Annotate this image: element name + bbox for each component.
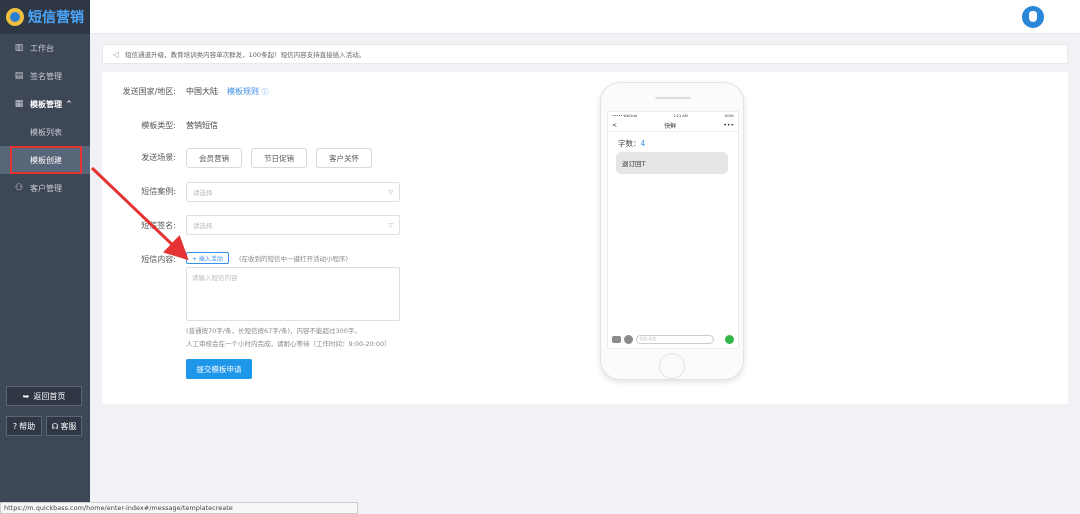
bar-chart-icon: ▥ (14, 43, 24, 53)
logo-icon (6, 8, 24, 26)
camera-icon (612, 335, 621, 343)
info-icon: ⓘ (261, 88, 269, 96)
insert-activity-button[interactable]: + 插入活动 (186, 252, 229, 264)
country-value: 中国大陆 (186, 87, 218, 96)
chevron-up-icon: ^ (66, 100, 72, 108)
case-label: 短信案例: (141, 187, 176, 196)
template-icon: ▦ (14, 99, 24, 109)
chat-header: < 快鲜 ••• (608, 120, 738, 132)
users-icon: ⚇ (14, 183, 24, 193)
template-rules-link[interactable]: 模板规则 ⓘ (227, 86, 269, 97)
word-count-value: 4 (640, 139, 646, 148)
speaker-icon: ◁ (113, 49, 120, 59)
case-select[interactable]: 请选择 ▽ (186, 182, 400, 202)
app-store-icon (624, 334, 633, 344)
signature-icon: ▤ (14, 71, 24, 81)
phone-preview: ••••• WeChat 1:21 AM 100% < 快鲜 ••• 字数：4 … (600, 82, 744, 380)
textarea-placeholder: 请输入短信内容 (192, 274, 238, 282)
sidebar-bottom: ➥ 返回首页 ? 帮助 ☊ 客服 (6, 386, 84, 436)
more-icon: ••• (723, 122, 734, 129)
help-button[interactable]: ? 帮助 (6, 416, 42, 436)
notice-bar: ◁ 短信通道升级，教育培训类内容单次群发，100条起！短信内容支持直接插入活动。 (102, 44, 1068, 64)
phone-home-button (659, 353, 685, 379)
top-bar (90, 0, 1080, 34)
button-label: 客服 (60, 421, 77, 431)
message-bubble: 退订回T (616, 152, 728, 174)
rule-hint-2: 人工审核会在一个小时内完成，请耐心等待（工作时间：9:00-20:00） (186, 340, 391, 348)
scene-holiday-button[interactable]: 节日促销 (251, 148, 307, 168)
link-label: 模板规则 (227, 87, 259, 96)
phone-input-bar: 短信/彩信 (608, 332, 738, 346)
chevron-down-icon: ▽ (388, 221, 393, 229)
sidebar-item-customer[interactable]: ⚇ 客户管理 (0, 174, 90, 202)
battery: 100% (723, 114, 734, 118)
sidebar-item-label: 客户管理 (30, 183, 62, 193)
content-textarea[interactable]: 请输入短信内容 (186, 267, 400, 321)
sidebar-item-signature[interactable]: ▤ 签名管理 (0, 62, 90, 90)
phone-speaker (655, 97, 691, 99)
word-count: 字数：4 (618, 138, 645, 149)
brand-name: 短信营销 (28, 10, 84, 26)
insert-hint: (在收到的短信中一键打开活动小程序) (239, 255, 349, 263)
button-label: 返回首页 (33, 391, 66, 401)
sidebar-item-template[interactable]: ▦ 模板管理 ^ (0, 90, 90, 118)
service-button[interactable]: ☊ 客服 (46, 416, 82, 436)
select-placeholder: 请选择 (193, 222, 213, 230)
sidebar-item-label: 模板列表 (30, 127, 62, 137)
question-icon: ? (12, 421, 18, 431)
country-label: 发送国家/地区: (122, 87, 176, 96)
chevron-down-icon: ▽ (388, 188, 393, 196)
submit-template-button[interactable]: 提交模板申请 (186, 359, 252, 379)
scene-label: 发送场景: (141, 153, 176, 162)
sidebar-item-label: 工作台 (30, 43, 54, 53)
sidebar-item-label: 签名管理 (30, 71, 62, 81)
back-home-button[interactable]: ➥ 返回首页 (6, 386, 82, 406)
type-label: 模板类型: (141, 121, 176, 130)
scene-member-button[interactable]: 会员营销 (186, 148, 242, 168)
sidebar-item-workbench[interactable]: ▥ 工作台 (0, 34, 90, 62)
sign-label: 短信签名: (141, 221, 176, 230)
status-url: https://m.quickbass.com/home/enter-index… (0, 502, 358, 514)
sign-select[interactable]: 请选择 ▽ (186, 215, 400, 235)
back-arrow-icon: ➥ (22, 391, 30, 401)
sidebar-subitem-template-create[interactable]: 模板创建 (0, 146, 90, 174)
rule-hint-1: (普通按70字/条，长短信按67字/条)，内容不能超过300字。 (186, 327, 361, 335)
scene-care-button[interactable]: 客户关怀 (316, 148, 372, 168)
content-label: 短信内容: (141, 255, 176, 264)
button-label: 帮助 (19, 421, 36, 431)
phone-status-bar: ••••• WeChat 1:21 AM 100% (608, 112, 738, 120)
sidebar-item-label: 模板管理 (30, 99, 62, 109)
notice-text: 短信通道升级，教育培训类内容单次群发，100条起！短信内容支持直接插入活动。 (125, 51, 366, 59)
brand[interactable]: 短信营销 (0, 0, 90, 34)
template-form-card: 发送国家/地区: 中国大陆 模板规则 ⓘ 模板类型: 营销短信 发送场景: 会员… (102, 72, 1068, 404)
back-icon: < (612, 122, 618, 129)
highlight-box (10, 146, 82, 174)
chat-title: 快鲜 (664, 123, 677, 130)
select-placeholder: 请选择 (193, 189, 213, 197)
help-row: ? 帮助 ☊ 客服 (6, 416, 84, 436)
clock: 1:21 AM (673, 114, 688, 118)
phone-screen: ••••• WeChat 1:21 AM 100% < 快鲜 ••• 字数：4 … (607, 111, 739, 349)
phone-message-input: 短信/彩信 (636, 334, 714, 344)
send-icon (725, 334, 734, 344)
word-count-label: 字数： (618, 139, 641, 148)
headset-icon: ☊ (51, 421, 59, 431)
type-value: 营销短信 (186, 121, 218, 130)
sidebar: 短信营销 ▥ 工作台 ▤ 签名管理 ▦ 模板管理 ^ 模板列表 模板创建 ⚇ 客… (0, 0, 90, 514)
sidebar-subitem-template-list[interactable]: 模板列表 (0, 118, 90, 146)
carrier: ••••• WeChat (612, 114, 638, 118)
avatar[interactable] (1022, 6, 1044, 28)
